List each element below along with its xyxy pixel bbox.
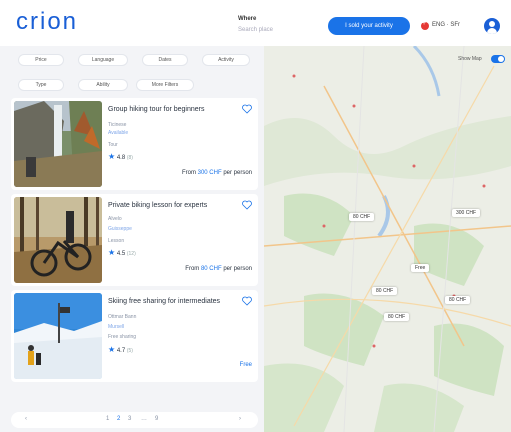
- activity-guide[interactable]: Available: [108, 130, 128, 137]
- rating-value: 4.5: [116, 251, 126, 257]
- where-search[interactable]: Where Search place: [238, 14, 273, 36]
- filter-activity[interactable]: Activity: [202, 54, 250, 66]
- activity-card[interactable]: Private biking lesson for experts Alvelo…: [11, 194, 258, 286]
- filter-dates[interactable]: Dates: [142, 54, 188, 66]
- activity-title[interactable]: Group hiking tour for beginners: [108, 106, 238, 114]
- map-price-pin[interactable]: Free: [411, 264, 430, 272]
- activity-guide[interactable]: Mursell: [108, 324, 124, 331]
- activity-rating: ★ 4.5 (12): [108, 248, 136, 257]
- rating-value: 4.7: [116, 348, 126, 354]
- map-canvas[interactable]: [264, 46, 511, 432]
- activity-guide[interactable]: Guisseppe: [108, 226, 132, 233]
- star-icon: ★: [108, 345, 116, 354]
- page-1[interactable]: 1: [106, 416, 109, 422]
- price-suffix: per person: [223, 266, 252, 272]
- activity-location: Ottmar Bann: [108, 314, 137, 320]
- activity-card[interactable]: Group hiking tour for beginners Ticinese…: [11, 98, 258, 190]
- map-price-pin[interactable]: 80 CHF: [372, 287, 398, 295]
- page-3[interactable]: 3: [128, 416, 131, 422]
- activity-rating: ★ 4.8 (8): [108, 152, 133, 161]
- free-label[interactable]: Free: [240, 362, 252, 368]
- activity-title[interactable]: Private biking lesson for experts: [108, 202, 238, 210]
- user-avatar-icon[interactable]: [484, 18, 500, 34]
- activity-location: Ticinese: [108, 122, 127, 128]
- logo[interactable]: crion: [16, 8, 78, 36]
- activity-photo-waterfall[interactable]: [14, 101, 102, 187]
- show-map-toggle[interactable]: [491, 55, 505, 63]
- map-view[interactable]: [264, 46, 511, 432]
- rating-count: (5): [126, 348, 133, 354]
- activity-type: Free sharing: [108, 334, 137, 340]
- activity-title[interactable]: Skiing free sharing for intermediates: [108, 298, 238, 306]
- price-suffix: per person: [223, 170, 252, 176]
- activity-price: From 300 CHF per person: [182, 170, 252, 176]
- map-price-pin[interactable]: 80 CHF: [445, 296, 471, 304]
- price-amount: 300 CHF: [197, 170, 222, 176]
- page-2[interactable]: 2: [117, 416, 120, 422]
- activity-photo-bike[interactable]: [14, 197, 102, 283]
- sell-activity-button[interactable]: I sold your activity: [328, 17, 410, 35]
- results-panel: Price Language Dates Activity Type Abili…: [0, 46, 264, 432]
- favorite-heart-icon[interactable]: [242, 296, 252, 306]
- filter-ability[interactable]: Ability: [78, 79, 128, 91]
- where-label: Where: [238, 16, 257, 22]
- activity-location: Alvelo: [108, 216, 122, 222]
- page-9[interactable]: 9: [155, 416, 158, 422]
- map-price-pin[interactable]: 80 CHF: [384, 313, 410, 321]
- activity-type: Lesson: [108, 238, 125, 244]
- map-price-pin[interactable]: 80 CHF: [349, 213, 375, 221]
- prev-page-button[interactable]: ‹: [25, 416, 27, 422]
- locale-selector[interactable]: ENG · SFr: [432, 22, 460, 28]
- filter-more[interactable]: More Filters: [136, 79, 194, 91]
- favorite-heart-icon[interactable]: [242, 200, 252, 210]
- filter-language[interactable]: Language: [78, 54, 128, 66]
- page-ellipsis: …: [141, 416, 147, 422]
- swiss-flag-icon[interactable]: [421, 20, 429, 30]
- favorite-heart-icon[interactable]: [242, 104, 252, 114]
- rating-count: (12): [126, 251, 136, 257]
- activity-price: From 80 CHF per person: [185, 266, 252, 272]
- map-price-pin[interactable]: 300 CHF: [452, 209, 481, 217]
- activity-card[interactable]: Skiing free sharing for intermediates Ot…: [11, 290, 258, 382]
- show-map-label: Show Map: [458, 56, 482, 62]
- star-icon: ★: [108, 152, 116, 161]
- activity-rating: ★ 4.7 (5): [108, 345, 133, 354]
- price-amount: 80 CHF: [200, 266, 222, 272]
- top-bar: crion Where Search place I sold your act…: [0, 0, 511, 46]
- activity-type: Tour: [108, 142, 118, 148]
- activity-photo-ski[interactable]: [14, 293, 102, 379]
- where-placeholder[interactable]: Search place: [238, 25, 273, 36]
- star-icon: ★: [108, 248, 116, 257]
- page: crion Where Search place I sold your act…: [0, 0, 511, 432]
- rating-value: 4.8: [116, 155, 126, 161]
- price-prefix: From: [181, 170, 196, 176]
- rating-count: (8): [126, 155, 133, 161]
- next-page-button[interactable]: ›: [239, 416, 241, 422]
- filter-type[interactable]: Type: [18, 79, 64, 91]
- pagination: ‹ 1 2 3 … 9 ›: [11, 412, 258, 428]
- filter-price[interactable]: Price: [18, 54, 64, 66]
- price-prefix: From: [185, 266, 200, 272]
